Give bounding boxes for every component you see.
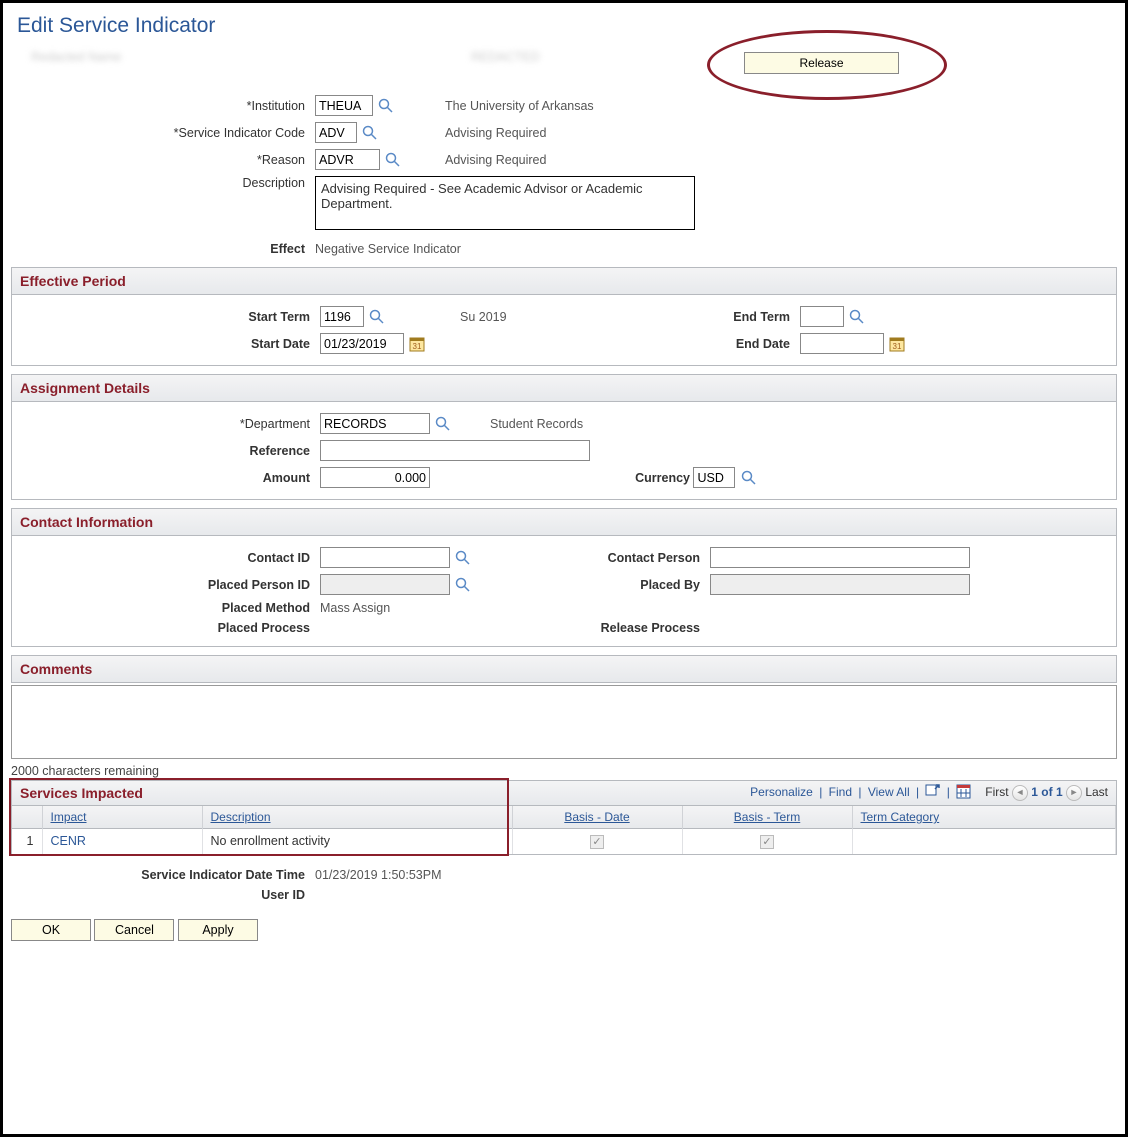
- end-date-input[interactable]: [800, 333, 884, 354]
- first-link[interactable]: First: [985, 785, 1008, 799]
- reference-input[interactable]: [320, 440, 590, 461]
- chars-remaining: 2000 characters remaining: [11, 764, 1117, 778]
- placed-process-value: [316, 618, 566, 638]
- lookup-icon[interactable]: [455, 550, 471, 566]
- end-term-input[interactable]: [800, 306, 844, 327]
- institution-input[interactable]: [315, 95, 373, 116]
- si-datetime-value: 01/23/2019 1:50:53PM: [311, 865, 1117, 885]
- placed-by-label: Placed By: [570, 578, 700, 592]
- department-input[interactable]: [320, 413, 430, 434]
- prev-page-icon[interactable]: ◄: [1012, 785, 1028, 801]
- cancel-button[interactable]: Cancel: [94, 919, 174, 941]
- page-title: Edit Service Indicator: [17, 14, 1117, 38]
- col-impact[interactable]: Impact: [42, 806, 202, 829]
- effect-value: Negative Service Indicator: [311, 239, 1117, 259]
- placed-person-id-label: Placed Person ID: [20, 578, 310, 592]
- start-term-label: Start Term: [20, 310, 310, 324]
- department-label: Department: [20, 417, 310, 431]
- institution-desc: The University of Arkansas: [441, 92, 1117, 119]
- impact-link[interactable]: CENR: [51, 834, 86, 848]
- row-idx: 1: [12, 829, 42, 854]
- contact-person-label: Contact Person: [570, 551, 700, 565]
- calendar-icon[interactable]: 31: [409, 336, 425, 352]
- student-name-redacted: Redacted Name: [31, 50, 121, 64]
- institution-label: Institution: [15, 99, 305, 113]
- find-link[interactable]: Find: [829, 785, 852, 799]
- placed-method-value: Mass Assign: [316, 598, 1112, 618]
- effect-label: Effect: [15, 242, 305, 256]
- personalize-link[interactable]: Personalize: [750, 785, 813, 799]
- lookup-icon[interactable]: [369, 309, 385, 325]
- reason-input[interactable]: [315, 149, 380, 170]
- contact-person-input[interactable]: [710, 547, 970, 568]
- comments-header: Comments: [11, 655, 1117, 683]
- row-term-category: [852, 829, 1116, 854]
- reason-desc: Advising Required: [441, 146, 1117, 173]
- placed-person-id-input: [320, 574, 450, 595]
- basis-date-check: ✓: [590, 835, 604, 849]
- last-link[interactable]: Last: [1085, 785, 1108, 799]
- col-basis-term[interactable]: Basis - Term: [682, 806, 852, 829]
- contact-id-input[interactable]: [320, 547, 450, 568]
- student-id-redacted: REDACTED: [471, 50, 540, 64]
- calendar-icon[interactable]: 31: [889, 336, 905, 352]
- reason-label: Reason: [15, 153, 305, 167]
- reference-label: Reference: [20, 444, 310, 458]
- lookup-icon[interactable]: [849, 309, 865, 325]
- download-icon[interactable]: [956, 784, 971, 802]
- comments-textarea[interactable]: [11, 685, 1117, 759]
- placed-process-label: Placed Process: [20, 621, 310, 635]
- department-desc: Student Records: [486, 410, 1112, 437]
- sic-label: Service Indicator Code: [15, 126, 305, 140]
- col-basis-date[interactable]: Basis - Date: [512, 806, 682, 829]
- description-label: Description: [15, 176, 305, 190]
- lookup-icon[interactable]: [385, 152, 401, 168]
- start-term-input[interactable]: [320, 306, 364, 327]
- col-term-category[interactable]: Term Category: [852, 806, 1116, 829]
- amount-label: Amount: [20, 471, 310, 485]
- sic-desc: Advising Required: [441, 119, 1117, 146]
- lookup-icon[interactable]: [362, 125, 378, 141]
- contact-information-header: Contact Information: [11, 508, 1117, 536]
- amount-input[interactable]: [320, 467, 430, 488]
- si-datetime-label: Service Indicator Date Time: [15, 868, 305, 882]
- placed-by-input: [710, 574, 970, 595]
- svg-text:31: 31: [413, 342, 422, 351]
- svg-text:31: 31: [893, 342, 902, 351]
- zoom-icon[interactable]: [925, 784, 940, 802]
- release-button[interactable]: Release: [744, 52, 899, 74]
- currency-input[interactable]: [693, 467, 735, 488]
- end-date-label: End Date: [680, 337, 790, 351]
- services-impacted-title: Services Impacted: [20, 785, 750, 801]
- lookup-icon[interactable]: [378, 98, 394, 114]
- row-description: No enrollment activity: [202, 829, 512, 854]
- end-term-label: End Term: [680, 310, 790, 324]
- apply-button[interactable]: Apply: [178, 919, 258, 941]
- user-id-label: User ID: [15, 888, 305, 902]
- basis-term-check: ✓: [760, 835, 774, 849]
- assignment-details-header: Assignment Details: [11, 374, 1117, 402]
- description-box: Advising Required - See Academic Advisor…: [315, 176, 695, 230]
- placed-method-label: Placed Method: [20, 601, 310, 615]
- currency-label: Currency: [490, 471, 690, 485]
- start-term-desc: Su 2019: [456, 303, 676, 330]
- ok-button[interactable]: OK: [11, 919, 91, 941]
- lookup-icon[interactable]: [435, 416, 451, 432]
- next-page-icon[interactable]: ►: [1066, 785, 1082, 801]
- effective-period-header: Effective Period: [11, 267, 1117, 295]
- col-description[interactable]: Description: [202, 806, 512, 829]
- contact-id-label: Contact ID: [20, 551, 310, 565]
- lookup-icon[interactable]: [455, 577, 471, 593]
- start-date-input[interactable]: [320, 333, 404, 354]
- view-all-link[interactable]: View All: [868, 785, 910, 799]
- sic-input[interactable]: [315, 122, 357, 143]
- page-range: 1 of 1: [1031, 785, 1062, 799]
- release-process-label: Release Process: [570, 621, 700, 635]
- lookup-icon[interactable]: [741, 470, 757, 486]
- table-row: 1 CENR No enrollment activity ✓ ✓: [12, 829, 1116, 854]
- start-date-label: Start Date: [20, 337, 310, 351]
